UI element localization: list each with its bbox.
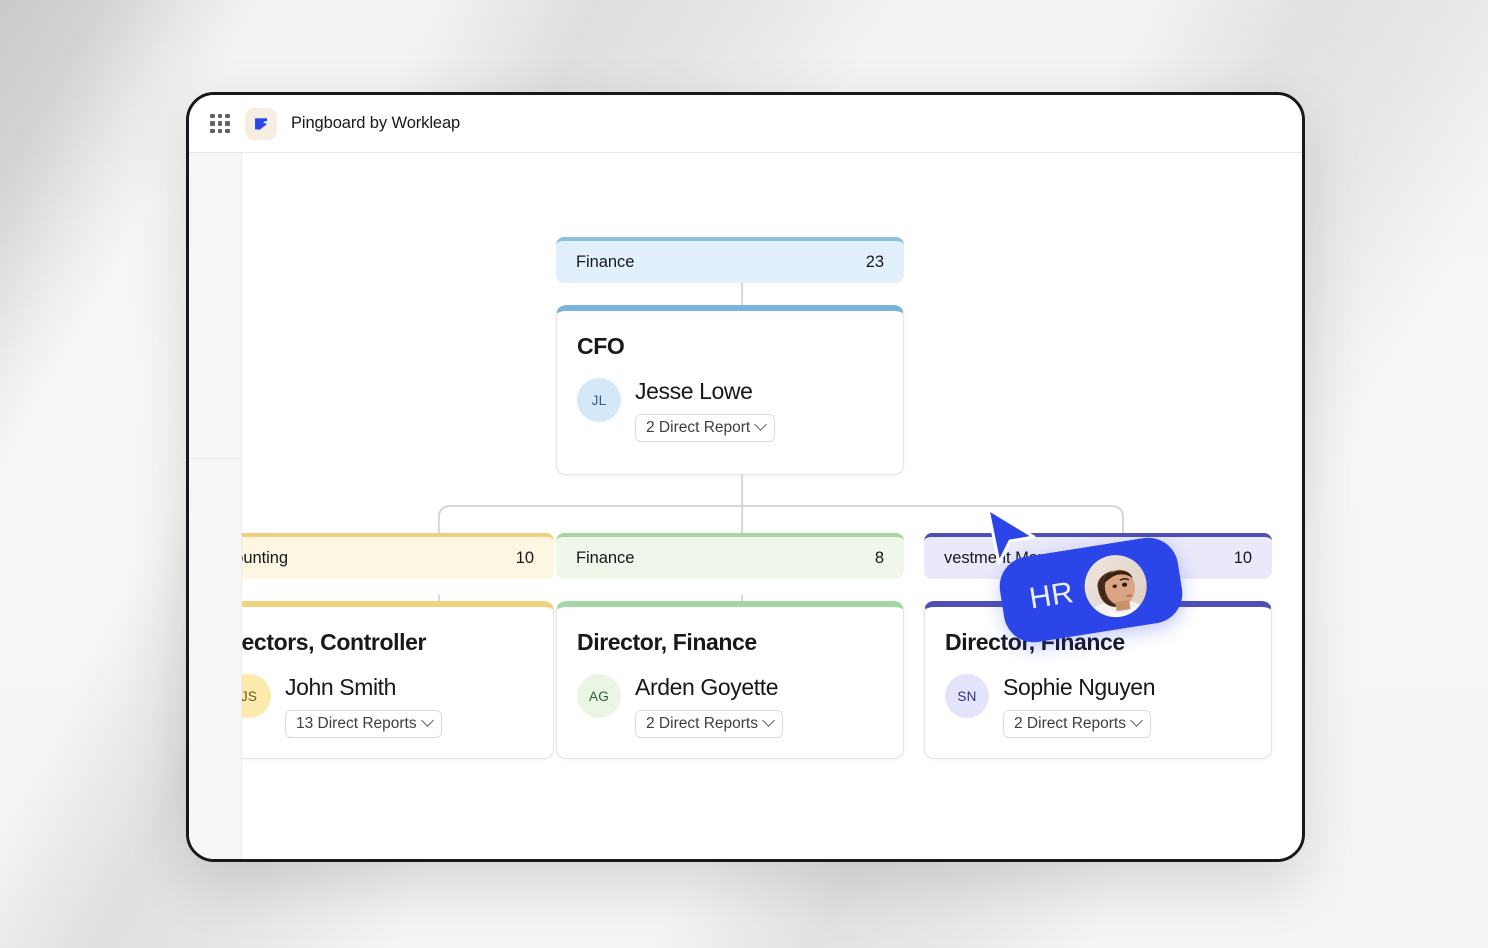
person-role: Director, Finance [945,629,1125,655]
apps-grid-icon[interactable] [209,113,231,135]
person-meta: John Smith 13 Direct Reports [285,674,442,738]
app-window: Pingboard by Workleap Finance 23 CFO JL … [186,92,1305,862]
person-row: AG Arden Goyette 2 Direct Reports [577,674,883,738]
avatar-initials: JS [242,688,258,704]
avatar-initials: SN [957,688,977,704]
pingboard-glyph [254,118,267,130]
department-count: 8 [874,548,884,567]
direct-reports-label: 2 Direct Reports [646,714,758,732]
department-label: Finance [576,252,635,271]
person-name: Arden Goyette [635,674,779,700]
department-badge-1[interactable]: Finance 8 [556,533,904,579]
direct-reports-label: 2 Direct Report [646,418,751,436]
left-sidebar[interactable] [189,153,242,859]
avatar[interactable]: AG [577,674,621,718]
app-title: Pingboard by Workleap [291,114,461,132]
window-body: Finance 23 CFO JL Jesse Lowe 2 Direct Re… [189,153,1302,859]
person-row: SN Sophie Nguyen 2 Direct Reports [945,674,1251,738]
direct-reports-dropdown[interactable]: 13 Direct Reports [285,709,442,738]
org-chart-canvas[interactable]: Finance 23 CFO JL Jesse Lowe 2 Direct Re… [242,153,1302,859]
pingboard-logo-icon[interactable] [245,107,277,140]
desktop-backdrop: Pingboard by Workleap Finance 23 CFO JL … [0,0,1488,948]
direct-reports-label: 13 Direct Reports [296,714,417,732]
department-count: 10 [1233,548,1252,567]
chevron-down-icon [1130,714,1143,728]
person-meta: Sophie Nguyen 2 Direct Reports [1003,674,1155,738]
direct-reports-dropdown[interactable]: 2 Direct Report [635,413,776,442]
app-topbar: Pingboard by Workleap [189,95,1302,153]
chevron-down-icon [762,714,775,728]
chevron-down-icon [420,714,434,728]
person-card-1[interactable]: Director, Finance AG Arden Goyette 2 Dir… [556,601,904,759]
avatar[interactable]: SN [945,674,989,718]
avatar-initials: AG [589,688,609,704]
person-name: John Smith [285,674,397,700]
department-label: counting [242,548,288,567]
person-role: irectors, Controller [242,629,427,655]
person-row: JL Jesse Lowe 2 Direct Report [577,378,883,442]
person-name: Sophie Nguyen [1003,674,1156,700]
person-name: Jesse Lowe [635,378,753,404]
person-meta: Jesse Lowe 2 Direct Report [635,378,776,442]
person-role: CFO [577,333,625,359]
collaborator-photo [1080,550,1152,622]
department-badge-0[interactable]: counting 10 [242,533,554,579]
direct-reports-label: 2 Direct Reports [1014,714,1126,732]
department-count: 23 [865,252,884,271]
person-card-0[interactable]: irectors, Controller JS John Smith 13 Di… [242,601,554,759]
direct-reports-dropdown[interactable]: 2 Direct Reports [635,709,783,738]
avatar-initials: JL [591,392,607,408]
person-row: JS John Smith 13 Direct Reports [242,674,533,738]
collaborator-portrait [1080,550,1152,622]
collaborator-label: HR [1027,576,1076,616]
person-meta: Arden Goyette 2 Direct Reports [635,674,783,738]
avatar[interactable]: JS [242,674,271,718]
department-count: 10 [515,548,534,567]
person-card-root[interactable]: CFO JL Jesse Lowe 2 Direct Report [556,305,904,475]
person-role: Director, Finance [577,629,757,655]
chevron-down-icon [754,418,768,432]
sidebar-divider [189,458,241,459]
avatar[interactable]: JL [577,378,621,422]
department-label: Finance [576,548,635,567]
department-badge-root[interactable]: Finance 23 [556,237,904,283]
direct-reports-dropdown[interactable]: 2 Direct Reports [1003,709,1151,738]
